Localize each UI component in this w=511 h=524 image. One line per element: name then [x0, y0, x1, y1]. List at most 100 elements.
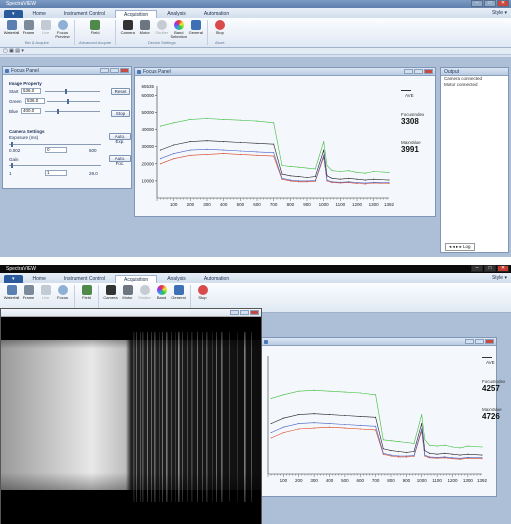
tab-home[interactable]: Home	[25, 275, 54, 283]
green-field[interactable]: 536.0	[25, 98, 45, 104]
blue-field[interactable]: 400.0	[21, 108, 41, 114]
save-icon[interactable]: ▤	[15, 48, 20, 54]
focus-preview-button[interactable]: Focus Preview	[55, 20, 70, 39]
start-field[interactable]: 536.0	[21, 88, 41, 94]
blue-slider-thumb[interactable]	[57, 109, 59, 114]
style-selector[interactable]: Style ▾	[492, 10, 507, 16]
series-point-0	[331, 170, 333, 172]
chart-panel-controls	[465, 339, 494, 344]
shutter-button[interactable]: Shutter	[137, 285, 152, 300]
chart-close-button[interactable]	[424, 69, 433, 74]
field-button[interactable]: Field	[88, 20, 103, 35]
series-point-1	[298, 176, 300, 178]
chart-maximize-button[interactable]	[475, 339, 484, 344]
gain-field[interactable]: 1	[45, 170, 67, 176]
minimize-button[interactable]: –	[471, 265, 483, 272]
frame-button[interactable]: Frame	[21, 20, 36, 39]
tab-analysis[interactable]: Analysis	[159, 275, 194, 283]
stop-button[interactable]: Stop	[195, 285, 210, 300]
band-button[interactable]: Band	[154, 285, 169, 300]
general-button[interactable]: General	[188, 20, 203, 39]
motor-button[interactable]: Motor	[120, 285, 135, 300]
reset-button[interactable]: Reset	[111, 88, 130, 95]
series-point-0	[344, 391, 346, 393]
minimize-button[interactable]: –	[471, 0, 483, 7]
tab-instrument-control[interactable]: Instrument Control	[56, 10, 113, 18]
tab-home[interactable]: Home	[25, 10, 54, 18]
auto-focus-button[interactable]: Auto. Foc.	[109, 155, 131, 166]
panel-close-button[interactable]	[120, 68, 129, 73]
maximize-button[interactable]: □	[484, 0, 496, 7]
exposure-slider[interactable]	[9, 142, 101, 147]
camera-button[interactable]: Camera	[103, 285, 118, 300]
tab-instrument-control[interactable]: Instrument Control	[56, 275, 113, 283]
legend-label: AVE	[405, 93, 414, 98]
close-button[interactable]: ✕	[497, 265, 509, 272]
close-button[interactable]: ✕	[497, 0, 509, 7]
waterfall-button[interactable]: Waterfall	[4, 20, 19, 39]
motor-button[interactable]: Motor	[137, 20, 152, 39]
series-point-0	[428, 444, 430, 446]
stop-button[interactable]: Stop	[212, 20, 227, 35]
chart-minimize-button[interactable]	[404, 69, 413, 74]
new-file-icon[interactable]: ▢	[3, 48, 8, 54]
camera-icon	[122, 20, 133, 30]
chart-maximize-button[interactable]	[414, 69, 423, 74]
style-selector[interactable]: Style ▾	[492, 275, 507, 281]
series-point-0	[323, 141, 325, 143]
gain-slider[interactable]	[9, 163, 101, 168]
camera-maximize-button[interactable]	[240, 310, 249, 315]
auto-exposure-button[interactable]: Auto. Exp.	[109, 133, 131, 144]
chart-close-button[interactable]	[485, 339, 494, 344]
y-max-label: 65535	[141, 84, 154, 89]
tab-automation[interactable]: Automation	[196, 275, 237, 283]
camera-close-button[interactable]	[250, 310, 259, 315]
tab-acquisition[interactable]: Acquisition	[115, 10, 158, 18]
x-tick-label: 200	[187, 202, 195, 207]
file-menu-button[interactable]: ▾	[4, 10, 23, 18]
series-point-3	[281, 177, 283, 179]
color-wheel-icon	[173, 20, 184, 30]
shutter-button[interactable]: Shutter	[154, 20, 169, 39]
x-tick-label: 1100	[432, 478, 442, 483]
start-slider[interactable]	[45, 89, 100, 94]
gain-slider-thumb[interactable]	[11, 163, 13, 168]
exposure-field[interactable]: 0	[45, 147, 67, 153]
series-point-0	[375, 394, 377, 396]
tab-acquisition[interactable]: Acquisition	[115, 275, 158, 283]
start-slider-thumb[interactable]	[65, 89, 67, 94]
focus-button[interactable]: Focus	[55, 285, 70, 300]
band-selection-button[interactable]: Band Selection	[171, 20, 187, 39]
series-point-1	[481, 454, 483, 456]
frame-button[interactable]: Frame	[21, 285, 36, 300]
green-slider-thumb[interactable]	[67, 99, 69, 104]
blue-slider[interactable]	[45, 109, 100, 114]
live-button[interactable]: Live	[38, 20, 53, 39]
general-button[interactable]: General	[171, 285, 186, 300]
waterfall-button[interactable]: Waterfall	[4, 285, 19, 300]
camera-minimize-button[interactable]	[230, 310, 239, 315]
series-point-1	[405, 451, 407, 453]
open-folder-icon[interactable]: ▣	[9, 48, 14, 54]
color-wheel-icon	[156, 285, 167, 295]
exposure-min: 0.002	[9, 148, 21, 153]
panel-stop-button[interactable]: Stop	[111, 110, 130, 117]
green-slider[interactable]	[47, 99, 100, 104]
output-log-tab[interactable]: ◂ ◂ ▸ ▸ Log	[445, 243, 475, 251]
file-menu-button[interactable]: ▾	[4, 275, 23, 283]
field-button[interactable]: Field	[79, 285, 94, 300]
series-point-2	[388, 182, 390, 184]
panel-maximize-button[interactable]	[110, 68, 119, 73]
tab-automation[interactable]: Automation	[196, 10, 237, 18]
live-button[interactable]: Live	[38, 285, 53, 300]
panel-minimize-button[interactable]	[100, 68, 109, 73]
exposure-slider-thumb[interactable]	[11, 142, 13, 147]
camera-button[interactable]: Camera	[120, 20, 135, 39]
series-line-0	[271, 389, 483, 449]
frame-icon	[23, 285, 34, 295]
chart-minimize-button[interactable]	[465, 339, 474, 344]
dropdown-icon[interactable]: ▾	[21, 48, 24, 54]
maximize-button[interactable]: □	[484, 265, 496, 272]
series-point-0	[373, 171, 375, 173]
tab-analysis[interactable]: Analysis	[159, 10, 194, 18]
